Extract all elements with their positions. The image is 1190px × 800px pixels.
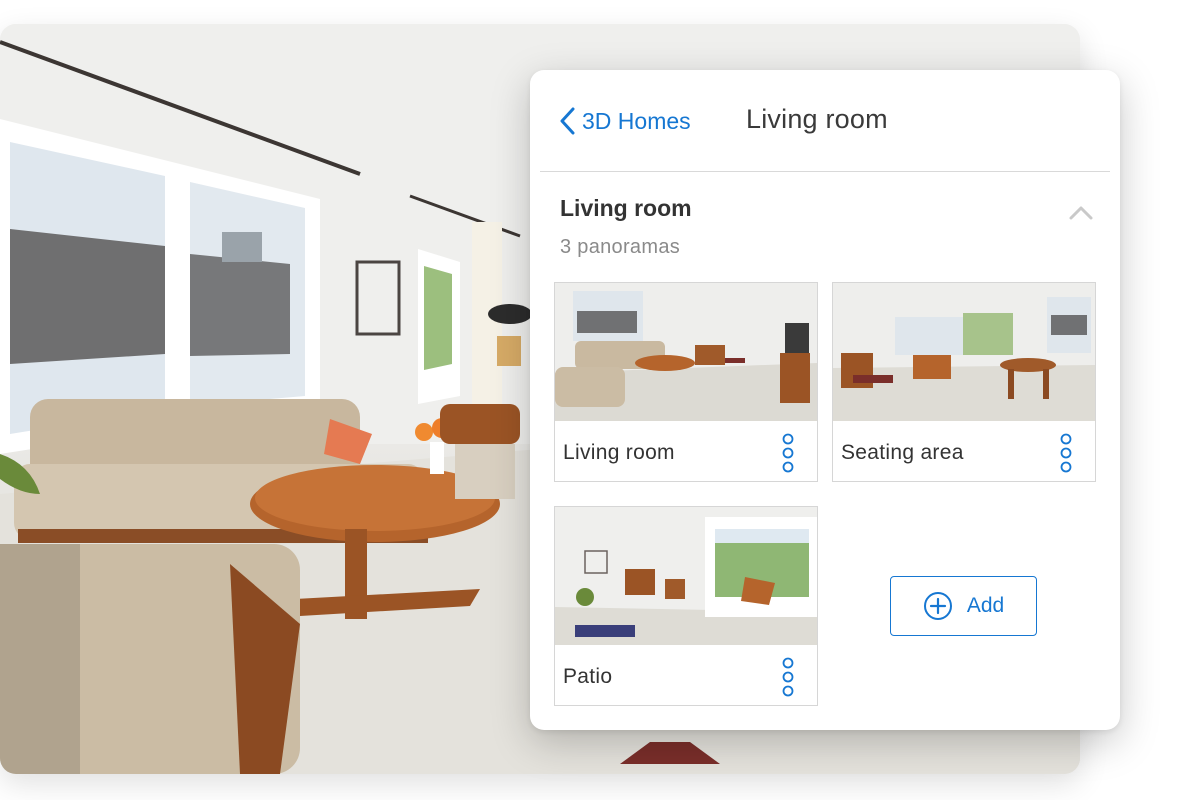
room-section-header: Living room 3 panoramas <box>560 195 1094 259</box>
panorama-thumbnail <box>833 283 1095 421</box>
back-link[interactable]: 3D Homes <box>558 106 691 136</box>
panorama-count: 3 panoramas <box>560 236 681 258</box>
more-vertical-icon[interactable] <box>781 657 795 697</box>
add-button-label: Add <box>966 594 1005 617</box>
plus-circle-icon <box>923 592 952 620</box>
panel-header: 3D Homes Living room <box>530 70 1120 172</box>
panorama-label: Living room <box>563 441 675 464</box>
panorama-thumbnail <box>555 507 817 645</box>
chevron-up-icon[interactable] <box>1068 203 1094 221</box>
panorama-card-seating-area[interactable]: Seating area <box>832 282 1096 482</box>
panorama-label: Seating area <box>841 441 964 464</box>
panorama-card-living-room[interactable]: Living room <box>554 282 818 482</box>
add-panorama-button[interactable]: Add <box>890 576 1037 636</box>
section-title: Living room <box>560 195 692 221</box>
header-divider <box>540 171 1110 172</box>
panorama-label: Patio <box>563 665 613 688</box>
chevron-left-icon <box>560 107 575 135</box>
more-vertical-icon[interactable] <box>781 433 795 473</box>
app-canvas: 3D Homes Living room Living room 3 panor… <box>0 0 1190 800</box>
panorama-thumbnail <box>555 283 817 421</box>
back-label: 3D Homes <box>582 107 691 134</box>
panorama-card-patio[interactable]: Patio <box>554 506 818 706</box>
page-title: Living room <box>746 104 888 134</box>
room-panel: 3D Homes Living room Living room 3 panor… <box>530 70 1120 730</box>
more-vertical-icon[interactable] <box>1059 433 1073 473</box>
